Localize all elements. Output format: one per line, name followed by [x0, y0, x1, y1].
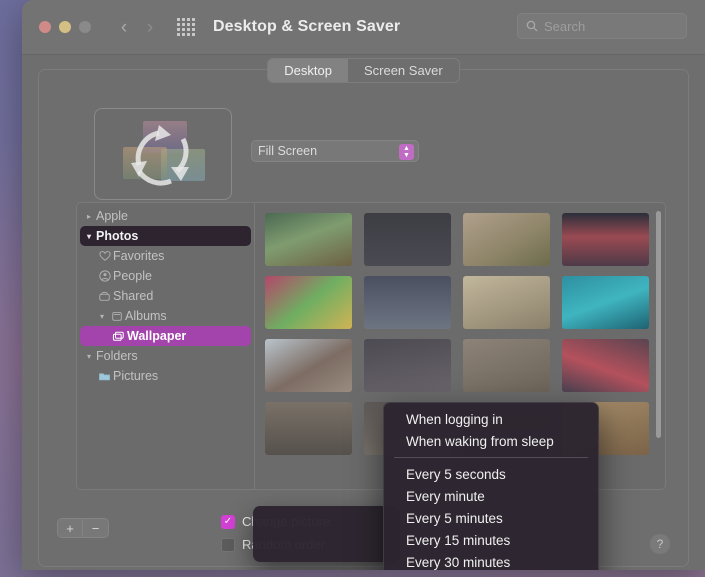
- menu-item-label: Every 15 minutes: [406, 532, 511, 548]
- sidebar-item-apple[interactable]: ▸ Apple: [80, 206, 251, 226]
- sidebar-item-label: Favorites: [113, 249, 165, 263]
- wallpaper-thumbnail-creature-forest[interactable]: [463, 213, 550, 266]
- sidebar-item-label: People: [113, 269, 152, 283]
- menu-item-every-15-minutes[interactable]: Every 15 minutes: [384, 529, 598, 551]
- navigation-buttons: ‹ ›: [113, 14, 161, 40]
- wallpaper-thumbnail-snow-portrait[interactable]: [265, 339, 352, 392]
- menu-item-label: Every 5 minutes: [406, 510, 503, 526]
- remove-source-button[interactable]: −: [83, 519, 108, 537]
- change-picture-checkbox[interactable]: ✓: [221, 514, 235, 529]
- wallpaper-thumbnail-dark-figure-mid[interactable]: [364, 339, 451, 392]
- sidebar-item-favorites[interactable]: Favorites: [80, 246, 251, 266]
- rotating-photos-icon: [113, 117, 213, 191]
- search-input[interactable]: Search: [517, 13, 687, 39]
- random-order-checkbox[interactable]: [221, 537, 235, 552]
- menu-item-label: Every 5 seconds: [406, 466, 506, 482]
- sidebar-item-label: Photos: [96, 229, 139, 243]
- sidebar-item-shared[interactable]: Shared: [80, 286, 251, 306]
- close-button[interactable]: [39, 21, 51, 33]
- grid-scrollbar[interactable]: [655, 211, 662, 481]
- shared-icon: [96, 290, 113, 302]
- tab-screen-saver[interactable]: Screen Saver: [348, 59, 459, 82]
- sidebar-item-label: Apple: [96, 209, 128, 223]
- album-icon: [108, 310, 125, 322]
- disclosure-triangle-icon[interactable]: ▾: [82, 352, 96, 361]
- sidebar-item-label: Folders: [96, 349, 138, 363]
- wallpaper-preview[interactable]: [94, 108, 232, 200]
- sidebar-item-label: Albums: [125, 309, 167, 323]
- sidebar-item-label: Shared: [113, 289, 154, 303]
- wallpaper-thumbnail-muted-interior[interactable]: [463, 339, 550, 392]
- back-chevron-icon[interactable]: ‹: [113, 14, 135, 40]
- help-button[interactable]: ?: [650, 534, 670, 554]
- wallpaper-thumbnail-colorful-rainbow-art[interactable]: [265, 276, 352, 329]
- menu-item-label: Every minute: [406, 488, 485, 504]
- folder-icon: [96, 370, 113, 382]
- heart-icon: [96, 250, 113, 262]
- menu-item-label: Every 30 minutes: [406, 554, 511, 570]
- albums-stack-icon: [110, 330, 127, 342]
- search-placeholder: Search: [544, 18, 586, 34]
- disclosure-triangle-icon[interactable]: ▾: [96, 312, 108, 321]
- menu-item-every-5-minutes[interactable]: Every 5 minutes: [384, 507, 598, 529]
- wallpaper-thumbnail-green-lit-corridor[interactable]: [265, 213, 352, 266]
- add-source-button[interactable]: +: [58, 519, 83, 537]
- scrollbar-thumb[interactable]: [656, 211, 661, 438]
- fit-mode-popup-button[interactable]: Fill Screen ▲ ▼: [251, 140, 419, 162]
- options-popup-card: [253, 506, 400, 562]
- tab-bar: Desktop Screen Saver: [39, 58, 688, 83]
- wallpaper-thumbnail-red-streak[interactable]: [562, 339, 649, 392]
- tab-desktop[interactable]: Desktop: [268, 59, 348, 82]
- menu-item-every-minute[interactable]: Every minute: [384, 485, 598, 507]
- sidebar-item-people[interactable]: People: [80, 266, 251, 286]
- wallpaper-thumbnail-beige-figure[interactable]: [463, 276, 550, 329]
- zoom-button[interactable]: [79, 21, 91, 33]
- sidebar-item-folders[interactable]: ▾ Folders: [80, 346, 251, 366]
- sidebar-item-wallpaper[interactable]: Wallpaper: [80, 326, 251, 346]
- preferences-content-panel: Desktop Screen Saver Fill Screen ▲ ▼ ▸ A…: [38, 58, 689, 570]
- all-preferences-grid-icon[interactable]: [177, 18, 195, 36]
- wallpaper-thumbnail-gray-silhouette[interactable]: [265, 402, 352, 455]
- add-remove-source-buttons[interactable]: + −: [57, 518, 109, 538]
- sidebar-item-label: Wallpaper: [127, 329, 187, 343]
- fit-mode-value: Fill Screen: [258, 144, 318, 158]
- wallpaper-thumbnail-red-sun-road[interactable]: [562, 213, 649, 266]
- menu-item-when-waking-from-sleep[interactable]: When waking from sleep: [384, 430, 598, 452]
- menu-item-label: When waking from sleep: [406, 433, 554, 449]
- system-preferences-window: ‹ › Desktop & Screen Saver Search Deskto…: [22, 0, 705, 570]
- menu-item-label: When logging in: [406, 411, 503, 427]
- sidebar-item-pictures[interactable]: Pictures: [80, 366, 251, 386]
- menu-item-every-30-minutes[interactable]: Every 30 minutes: [384, 551, 598, 570]
- wallpaper-thumbnail-stars-eye-dark[interactable]: [364, 213, 451, 266]
- disclosure-triangle-icon[interactable]: ▾: [82, 232, 96, 241]
- menu-item-when-logging-in[interactable]: When logging in: [384, 408, 598, 430]
- sidebar-item-photos[interactable]: ▾ Photos: [80, 226, 251, 246]
- disclosure-triangle-icon[interactable]: ▸: [82, 212, 96, 221]
- menu-item-every-5-seconds[interactable]: Every 5 seconds: [384, 463, 598, 485]
- search-icon: [526, 20, 538, 32]
- page-title: Desktop & Screen Saver: [213, 18, 401, 35]
- person-icon: [96, 270, 113, 282]
- up-down-chevron-icon: ▲ ▼: [399, 144, 414, 160]
- window-titlebar: ‹ › Desktop & Screen Saver Search: [22, 0, 705, 55]
- traffic-light-buttons: [39, 21, 91, 33]
- change-interval-menu[interactable]: When logging in When waking from sleep Eve…: [383, 402, 599, 570]
- sidebar-item-label: Pictures: [113, 369, 159, 383]
- wallpaper-thumbnail-dark-blue-scene[interactable]: [364, 276, 451, 329]
- minimize-button[interactable]: [59, 21, 71, 33]
- wallpaper-thumbnail-teal-cityscape[interactable]: [562, 276, 649, 329]
- sidebar-item-albums[interactable]: ▾ Albums: [80, 306, 251, 326]
- source-list-sidebar[interactable]: ▸ Apple ▾ Photos Favorites People Shared…: [76, 202, 254, 490]
- forward-chevron-icon[interactable]: ›: [139, 14, 161, 40]
- menu-separator: [394, 457, 588, 458]
